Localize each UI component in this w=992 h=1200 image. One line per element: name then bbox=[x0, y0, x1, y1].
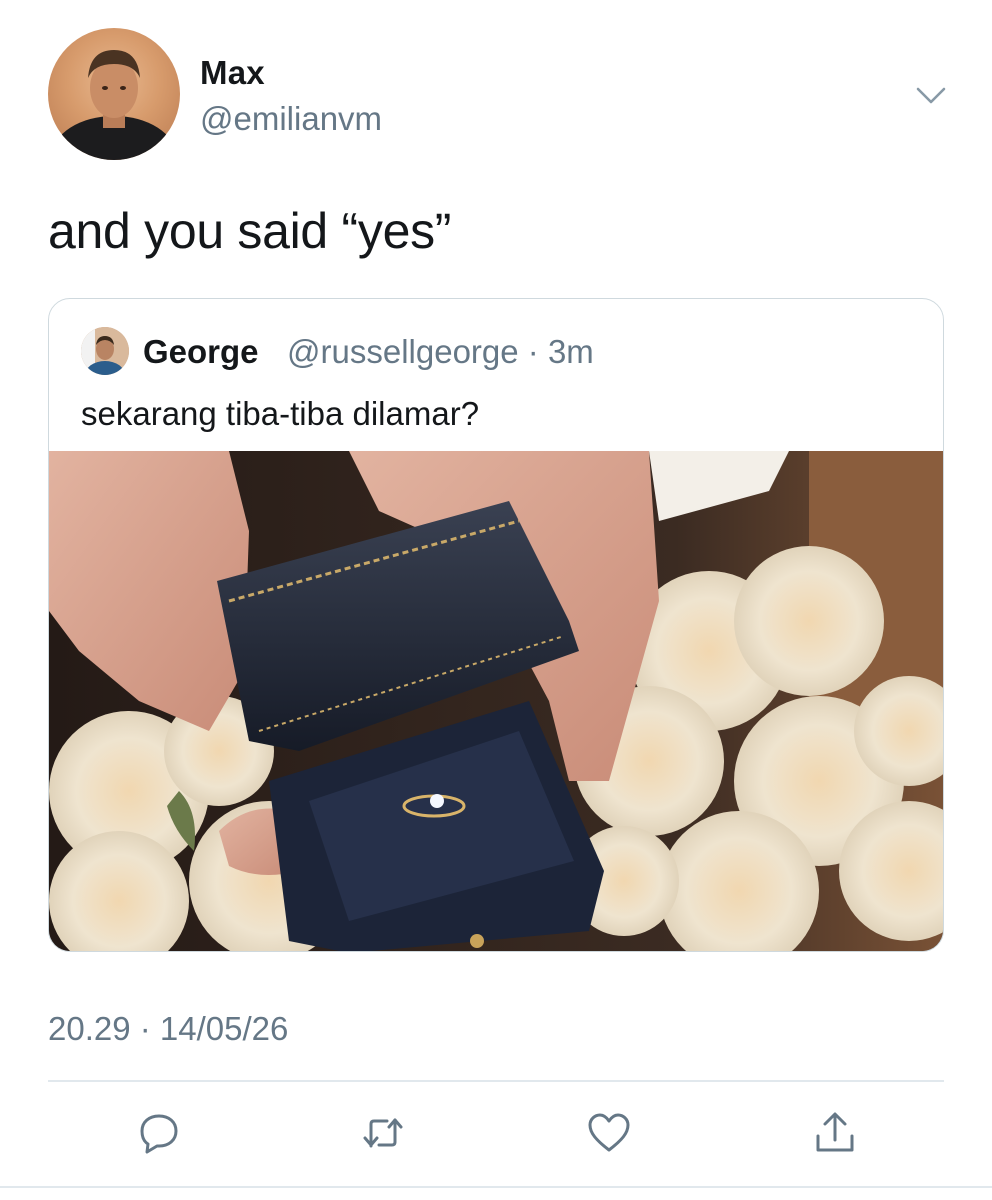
divider bbox=[0, 1186, 992, 1188]
quoted-tweet-photo[interactable] bbox=[49, 451, 943, 951]
quoted-author-handle[interactable]: @russellgeorge · 3m bbox=[287, 333, 594, 371]
retweet-icon bbox=[363, 1118, 403, 1148]
divider bbox=[48, 1080, 944, 1082]
author-handle[interactable]: @emilianvm bbox=[200, 100, 382, 138]
tweet-timestamp[interactable]: 20.29 · 14/05/26 bbox=[48, 1010, 288, 1048]
author-avatar[interactable] bbox=[48, 28, 180, 160]
like-button[interactable] bbox=[584, 1108, 634, 1158]
author-name[interactable]: Max bbox=[200, 54, 265, 92]
quoted-author-name[interactable]: George bbox=[143, 333, 259, 371]
share-icon bbox=[816, 1112, 854, 1152]
chevron-down-icon[interactable] bbox=[914, 80, 948, 110]
reply-button[interactable] bbox=[134, 1108, 184, 1158]
quoted-tweet-card[interactable]: George @russellgeorge · 3m sekarang tiba… bbox=[48, 298, 944, 952]
heart-icon bbox=[588, 1113, 630, 1152]
quoted-tweet-text: sekarang tiba-tiba dilamar? bbox=[81, 395, 480, 432]
tweet-text: and you said “yes” bbox=[48, 203, 452, 259]
reply-icon bbox=[140, 1114, 178, 1154]
quoted-author-avatar[interactable] bbox=[81, 327, 129, 375]
retweet-button[interactable] bbox=[358, 1108, 408, 1158]
share-button[interactable] bbox=[810, 1108, 860, 1158]
